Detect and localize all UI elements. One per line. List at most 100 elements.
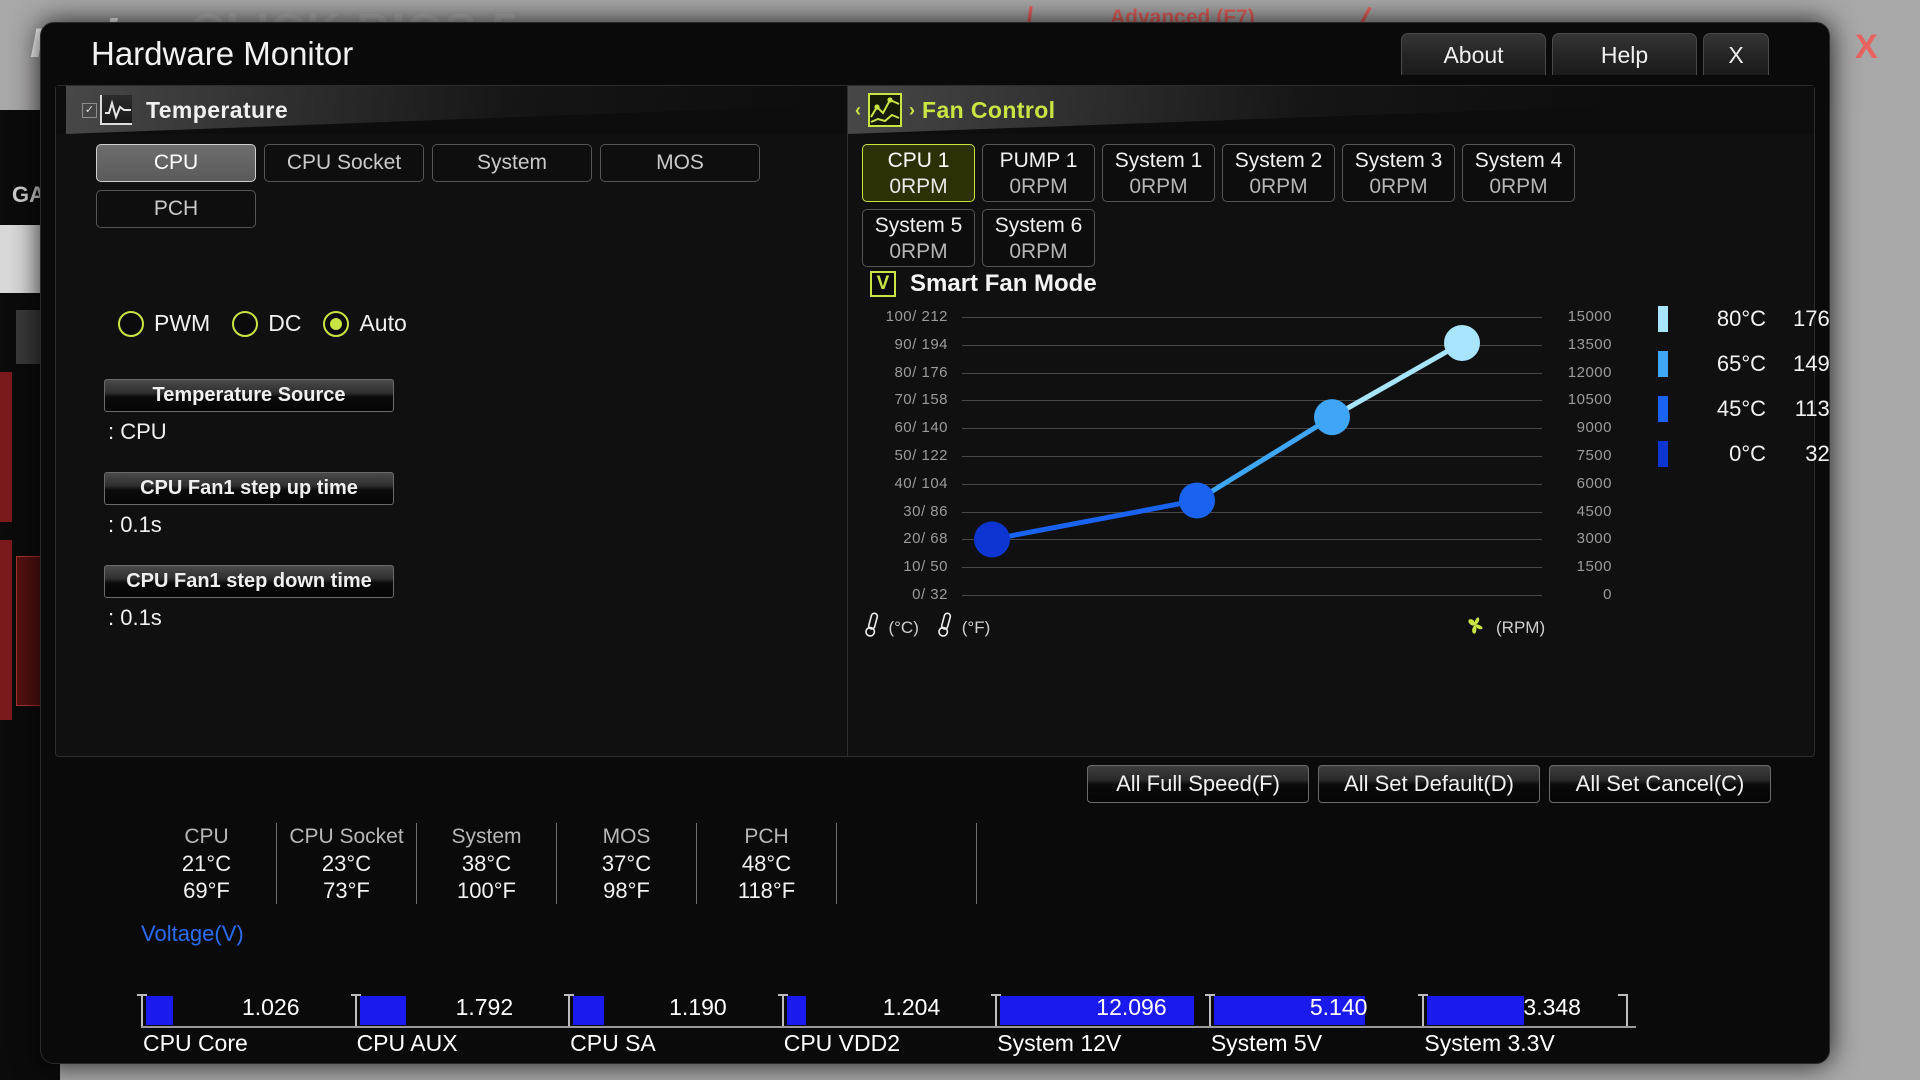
step-up-time-button[interactable]: CPU Fan1 step up time [104, 472, 394, 505]
bios-close-icon[interactable]: X [1855, 28, 1878, 67]
legend-fahrenheit: 32°F [1805, 441, 1830, 466]
fan-rpm: 0RPM [1009, 175, 1068, 198]
voltage-name: CPU VDD2 [783, 1030, 901, 1056]
fan-curve-plot[interactable] [962, 306, 1542, 606]
rpm-label: (RPM) [1496, 617, 1546, 637]
radio-pwm[interactable] [118, 310, 144, 337]
radio-auto-label: Auto [359, 310, 407, 336]
tab-cpu-socket[interactable]: CPU Socket [264, 144, 424, 182]
celsius-label: (°C) [888, 617, 919, 637]
temperature-checkbox[interactable]: ✓ [82, 102, 97, 118]
rpm-tick: 1500 [1576, 558, 1612, 576]
smart-fan-mode-checkbox[interactable]: V [870, 271, 896, 297]
legend-celsius: 0°C [1729, 441, 1766, 466]
fan-name: System 1 [1114, 149, 1203, 172]
step-down-time-value: : 0.1s [108, 605, 162, 630]
temp-tick: 100/ 212 [885, 308, 948, 325]
tab-pch[interactable]: PCH [96, 190, 256, 228]
voltage-name: CPU AUX [356, 1030, 458, 1056]
temperature-header-label: Temperature [146, 96, 289, 123]
voltage-bracket [777, 994, 788, 1026]
temperature-tabs: CPU CPU Socket System MOS PCH [56, 134, 847, 228]
rpm-tick: 13500 [1567, 335, 1612, 353]
all-set-default-button[interactable]: All Set Default(D) [1318, 765, 1540, 803]
fan-icon [1462, 612, 1488, 643]
status-name: System [451, 825, 522, 848]
voltage-item: 3.348 System 3.3V [1418, 988, 1628, 1056]
titlebar-buttons: About Help X [1401, 33, 1769, 75]
status-celsius: 48°C [741, 851, 792, 876]
curve-point-3[interactable] [1314, 399, 1350, 436]
fan-control-header-label: Fan Control [922, 96, 1056, 123]
radio-dc[interactable] [232, 310, 259, 337]
voltage-bracket [991, 994, 1002, 1026]
voltage-bar-fill [786, 996, 806, 1025]
fan-rpm: 0RPM [1249, 175, 1308, 198]
fan-button-system2[interactable]: System 2 0RPM [1222, 144, 1335, 202]
voltage-bracket [1418, 994, 1429, 1026]
voltage-bars: 1.026 CPU Core 1.792 CPU AUX 1.190 CPU SA 1.20… [137, 988, 1636, 1056]
temp-tick: 0/ 32 [912, 586, 948, 603]
all-full-speed-button[interactable]: All Full Speed(F) [1087, 765, 1309, 803]
radio-auto[interactable] [323, 310, 350, 337]
curve-point-1[interactable] [974, 521, 1010, 558]
status-column-empty [837, 823, 977, 904]
voltage-end-bracket [1617, 994, 1628, 1026]
dialog-title: Hardware Monitor [91, 35, 354, 72]
fan-name: System 4 [1474, 149, 1563, 172]
step-up-time-value: : 0.1s [108, 512, 162, 537]
legend-celsius: 45°C [1716, 396, 1766, 421]
next-page-arrow[interactable]: › [909, 100, 915, 121]
radio-pwm-label: PWM [154, 310, 211, 336]
fan-button-system4[interactable]: System 4 0RPM [1462, 144, 1575, 202]
prev-page-arrow[interactable]: ‹ [855, 100, 861, 121]
about-button[interactable]: About [1401, 33, 1546, 75]
panels-container: ✓ Temperature CPU CPU Socket System MOS … [55, 85, 1829, 757]
help-button[interactable]: Help [1552, 33, 1697, 75]
close-button[interactable]: X [1703, 33, 1769, 75]
action-buttons: All Full Speed(F) All Set Default(D) All… [1087, 765, 1771, 803]
tab-system[interactable]: System [432, 144, 592, 182]
fan-rpm: 0RPM [1489, 175, 1548, 198]
status-name: MOS [602, 825, 651, 848]
legend-celsius: 80°C [1716, 306, 1766, 331]
fan-curve-body: V Smart Fan Mode 100/ 212 90/ 194 80/ 176 7… [848, 254, 1829, 756]
temperature-source-button[interactable]: Temperature Source [104, 379, 394, 412]
voltage-bar-fill [146, 996, 173, 1025]
fan-curve-chart[interactable]: 100/ 212 90/ 194 80/ 176 70/ 158 60/ 140 50/ … [862, 306, 1642, 606]
fan-curve-legend: 80°C 176°F 12.00V 65°C 149°F 8.40V [1658, 302, 1830, 482]
fan-button-system3[interactable]: System 3 0RPM [1342, 144, 1455, 202]
fan-name: CPU 1 [887, 149, 950, 172]
curve-segment [1197, 417, 1332, 500]
status-fahrenheit: 69°F [183, 878, 230, 903]
temp-tick: 90/ 194 [894, 335, 948, 353]
curve-point-4[interactable] [1444, 324, 1480, 361]
rpm-tick: 9000 [1576, 419, 1612, 437]
voltage-section-label: Voltage(V) [141, 921, 244, 946]
fan-button-system1[interactable]: System 1 0RPM [1102, 144, 1215, 202]
temp-tick: 10/ 50 [903, 558, 948, 576]
temperature-panel-header: ✓ Temperature [56, 86, 847, 134]
tab-cpu[interactable]: CPU [96, 144, 256, 182]
fan-button-cpu1[interactable]: CPU 1 0RPM [862, 144, 975, 202]
all-set-cancel-button[interactable]: All Set Cancel(C) [1549, 765, 1771, 803]
temperature-panel-body: PWM DC Auto Temperature Source : CPU CPU… [56, 254, 847, 756]
voltage-bar-fill [1427, 996, 1525, 1025]
fan-name: System 5 [874, 214, 963, 237]
tab-mos[interactable]: MOS [600, 144, 760, 182]
temp-tick: 40/ 104 [894, 474, 948, 492]
voltage-value: 1.792 [455, 994, 514, 1020]
rpm-tick: 4500 [1576, 502, 1612, 520]
legend-row: 45°C 113°F 4.20V [1658, 392, 1829, 426]
fan-rpm: 0RPM [1369, 175, 1428, 198]
thermometer-icon [862, 612, 882, 643]
radio-dc-label: DC [268, 310, 302, 336]
status-fahrenheit: 118°F [737, 878, 796, 903]
temp-tick: 80/ 176 [894, 363, 948, 381]
voltage-value: 3.348 [1523, 994, 1581, 1020]
fan-button-pump1[interactable]: PUMP 1 0RPM [982, 144, 1095, 202]
status-celsius: 21°C [181, 851, 232, 876]
curve-point-2[interactable] [1179, 482, 1215, 519]
voltage-bracket [137, 994, 147, 1026]
step-down-time-button[interactable]: CPU Fan1 step down time [104, 565, 394, 598]
